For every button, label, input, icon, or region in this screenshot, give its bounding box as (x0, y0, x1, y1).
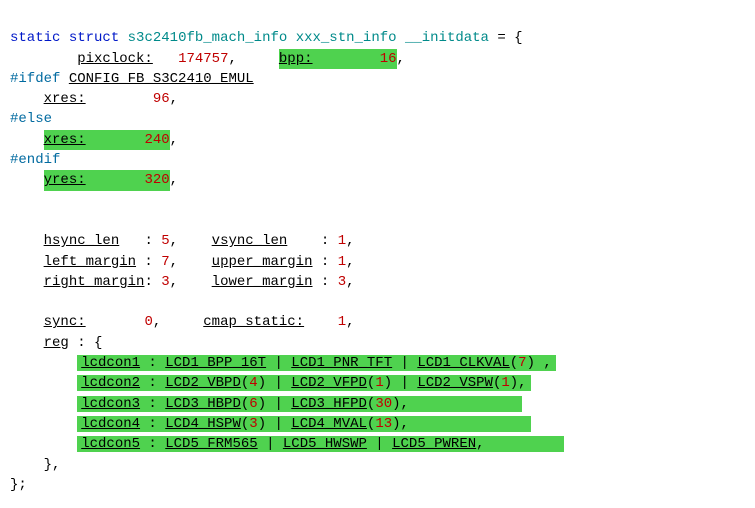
field-xres-2: xres: (44, 132, 86, 148)
close-outer: }; (10, 477, 27, 493)
hand-icon (679, 417, 739, 451)
close-inner: }, (44, 457, 61, 473)
field-bpp: bpp: (279, 51, 313, 67)
field-cmap: cmap_static: (203, 314, 304, 330)
kw-static: static (10, 30, 60, 46)
kw-struct: struct (69, 30, 119, 46)
field-lower-margin: lower_margin (212, 274, 313, 290)
field-upper-margin: upper_margin (212, 254, 313, 270)
type-name: s3c2410fb_mach_info (128, 30, 288, 46)
val-xres-1: 96 (153, 91, 170, 107)
assign-brace: = { (497, 30, 522, 46)
field-vsync: vsync_len (212, 233, 288, 249)
field-hsync: hsync_len (44, 233, 120, 249)
watermark-link[interactable]: www.elecfans.com (633, 476, 739, 491)
val-yres: 320 (144, 172, 169, 188)
var-name: xxx_stn_info (296, 30, 397, 46)
field-yres: yres: (44, 172, 86, 188)
field-left-margin: left_margin (44, 254, 136, 270)
field-pixclock: pixclock: (77, 51, 153, 67)
val-pixclock: 174757 (178, 51, 228, 67)
field-sync: sync: (44, 314, 86, 330)
watermark: 电子发烧友www.elecfans.com (633, 417, 739, 494)
val-xres-2: 240 (144, 132, 169, 148)
field-right-margin: right_margin (44, 274, 145, 290)
pp-else: #else (10, 111, 52, 127)
field-xres-1: xres: (44, 91, 86, 107)
pp-ifdef: #ifdef (10, 71, 60, 87)
watermark-text: 电子发烧友www.elecfans.com (633, 453, 739, 494)
macro-config: CONFIG_FB_S3C2410_EMUL (69, 71, 254, 87)
pp-endif: #endif (10, 152, 60, 168)
initdata: __initdata (405, 30, 489, 46)
val-bpp: 16 (380, 51, 397, 67)
field-reg: reg (44, 335, 69, 351)
